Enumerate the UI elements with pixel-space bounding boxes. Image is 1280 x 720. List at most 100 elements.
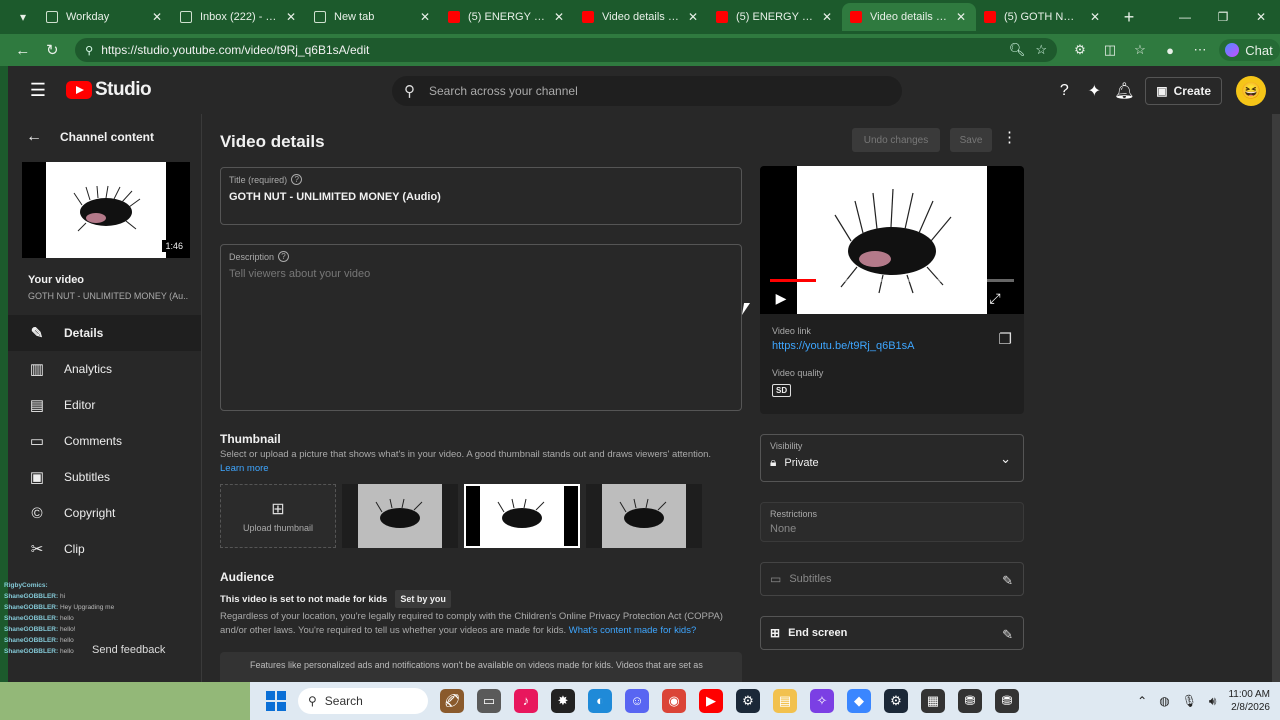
- steam-icon[interactable]: ⚙: [884, 689, 908, 713]
- copilot-app-icon[interactable]: ✧: [810, 689, 834, 713]
- channel-search[interactable]: ⚲: [392, 76, 902, 106]
- football-app-icon[interactable]: 🏈︎: [440, 689, 464, 713]
- settings-gear-icon[interactable]: ⚙: [954, 290, 976, 307]
- youtube-app-icon[interactable]: ▶: [699, 689, 723, 713]
- browser-tab[interactable]: Video details - You ✕: [842, 3, 976, 31]
- refresh-button[interactable]: ↻: [38, 41, 68, 59]
- upload-thumbnail-button[interactable]: ⊞ Upload thumbnail: [220, 484, 336, 548]
- learn-more-link[interactable]: Learn more: [220, 463, 269, 474]
- video-progress-bar[interactable]: [770, 279, 1014, 282]
- file-explorer-icon[interactable]: ▤: [773, 689, 797, 713]
- tab-list-menu[interactable]: ▾: [8, 3, 38, 31]
- scrollbar[interactable]: [1272, 114, 1280, 682]
- browser-tab[interactable]: (5) GOTH NUT - UN ✕: [976, 3, 1110, 31]
- network-icon[interactable]: ◍: [1159, 694, 1169, 708]
- browser-tab[interactable]: (5) ENERGY REACTS ✕: [440, 3, 574, 31]
- studio-logo[interactable]: Studio: [66, 79, 152, 101]
- close-window-button[interactable]: ✕: [1242, 0, 1280, 34]
- browser-tab[interactable]: Workday ✕: [38, 3, 172, 31]
- split-screen-icon[interactable]: ◫: [1095, 42, 1125, 58]
- close-tab-icon[interactable]: ✕: [284, 10, 298, 24]
- maximize-button[interactable]: ❐: [1204, 0, 1242, 34]
- visibility-dropdown[interactable]: Visibility 🔒︎ Private ⌄: [760, 434, 1024, 482]
- windows-start-icon[interactable]: [266, 691, 286, 711]
- sidebar-item-subtitles[interactable]: ▣ Subtitles: [8, 459, 201, 495]
- favorites-icon[interactable]: ☆: [1125, 42, 1155, 58]
- tiktok-icon[interactable]: ♪: [514, 689, 538, 713]
- browser-tab[interactable]: New tab ✕: [306, 3, 440, 31]
- title-field[interactable]: Title (required)? GOTH NUT - UNLIMITED M…: [220, 167, 742, 225]
- address-bar[interactable]: ⚲ https://studio.youtube.com/video/t9Rj_…: [75, 38, 1057, 62]
- steam-icon[interactable]: ⚙: [736, 689, 760, 713]
- edit-pencil-icon[interactable]: ✎: [1002, 627, 1013, 643]
- app-icon[interactable]: ⛃: [995, 689, 1019, 713]
- subtitles-row[interactable]: ▭ Subtitles ✎: [760, 562, 1024, 596]
- close-tab-icon[interactable]: ✕: [954, 10, 968, 24]
- close-tab-icon[interactable]: ✕: [820, 10, 834, 24]
- close-tab-icon[interactable]: ✕: [418, 10, 432, 24]
- edge-browser-icon[interactable]: ◐: [588, 689, 612, 713]
- description-field[interactable]: Description? Tell viewers about your vid…: [220, 244, 742, 411]
- fullscreen-icon[interactable]: ⤢: [984, 290, 1006, 307]
- help-icon[interactable]: ?: [291, 174, 303, 185]
- video-player[interactable]: ▶ 🔈︎ 0:20 / 1:46 ⚙ ⤢: [760, 166, 1024, 314]
- clock[interactable]: 11:00 AM 2/8/2026: [1228, 688, 1270, 714]
- video-thumbnail[interactable]: 1:46: [22, 162, 190, 258]
- close-tab-icon[interactable]: ✕: [1088, 10, 1102, 24]
- back-button[interactable]: ←: [8, 42, 38, 59]
- speaker-icon[interactable]: 🔊︎: [1209, 694, 1217, 709]
- more-options-icon[interactable]: ⋮: [1002, 128, 1017, 146]
- new-tab-button[interactable]: +: [1116, 7, 1142, 28]
- sparkle-icon[interactable]: ✦: [1079, 81, 1109, 101]
- minimize-button[interactable]: —: [1166, 0, 1204, 34]
- thumbnail-option-2-selected[interactable]: [464, 484, 580, 548]
- thumbnail-option-3[interactable]: [586, 484, 702, 548]
- help-icon[interactable]: ?: [278, 251, 290, 262]
- sidebar-item-clip[interactable]: ✂ Clip: [8, 531, 201, 567]
- app-icon[interactable]: ▦: [921, 689, 945, 713]
- close-tab-icon[interactable]: ✕: [150, 10, 164, 24]
- copilot-chat-button[interactable]: Chat: [1219, 39, 1280, 61]
- sidebar-item-analytics[interactable]: ▥ Analytics: [8, 351, 201, 387]
- discord-icon[interactable]: ☺: [625, 689, 649, 713]
- channel-content-back[interactable]: ← Channel content: [8, 114, 201, 160]
- made-for-kids-link[interactable]: What's content made for kids?: [569, 625, 697, 636]
- sidebar-item-details[interactable]: ✎ Details: [8, 315, 201, 351]
- avatar[interactable]: 😆: [1236, 76, 1266, 106]
- video-link[interactable]: https://youtu.be/t9Rj_q6B1sA: [772, 340, 1012, 352]
- microphone-icon[interactable]: 🎙︎: [1182, 694, 1197, 708]
- app-icon[interactable]: ⛃: [958, 689, 982, 713]
- chrome-icon[interactable]: ◉: [662, 689, 686, 713]
- profile-icon[interactable]: ●: [1155, 43, 1185, 58]
- sidebar-item-copyright[interactable]: © Copyright: [8, 495, 201, 531]
- volume-icon[interactable]: 🔈︎: [800, 290, 822, 307]
- task-view-icon[interactable]: ▭: [477, 689, 501, 713]
- edit-pencil-icon[interactable]: ✎: [1002, 573, 1013, 589]
- create-button[interactable]: ▣ Create: [1145, 77, 1222, 105]
- more-menu-icon[interactable]: ⋯: [1185, 42, 1215, 58]
- copy-icon[interactable]: ❐: [999, 330, 1012, 348]
- search-input[interactable]: [429, 84, 849, 98]
- site-info-icon[interactable]: ⚲: [85, 44, 93, 57]
- description-input[interactable]: Tell viewers about your video: [229, 268, 733, 280]
- browser-tab[interactable]: Video details - You ✕: [574, 3, 708, 31]
- browser-tab[interactable]: Inbox (222) - sakur ✕: [172, 3, 306, 31]
- notifications-bell-icon[interactable]: 🔔︎: [1109, 81, 1139, 101]
- sidebar-item-comments[interactable]: ▭ Comments: [8, 423, 201, 459]
- chevron-up-icon[interactable]: ⌃: [1137, 694, 1147, 708]
- undo-changes-button[interactable]: Undo changes: [852, 128, 940, 152]
- game-app-icon[interactable]: ✸: [551, 689, 575, 713]
- taskbar-search[interactable]: ⚲ Search: [298, 688, 428, 714]
- title-input[interactable]: GOTH NUT - UNLIMITED MONEY (Audio): [229, 191, 733, 203]
- thumbnail-option-1[interactable]: [342, 484, 458, 548]
- menu-icon[interactable]: ☰: [16, 80, 60, 101]
- close-tab-icon[interactable]: ✕: [686, 10, 700, 24]
- bookmark-star-icon[interactable]: ☆: [1035, 42, 1047, 58]
- sidebar-item-editor[interactable]: ▤ Editor: [8, 387, 201, 423]
- close-tab-icon[interactable]: ✕: [552, 10, 566, 24]
- play-icon[interactable]: ▶: [770, 290, 792, 307]
- extensions-icon[interactable]: ⚙: [1065, 42, 1095, 58]
- zoom-icon[interactable]: 🔍︎: [1009, 42, 1026, 58]
- help-icon[interactable]: ?: [1049, 82, 1079, 100]
- end-screen-row[interactable]: ⊞ End screen ✎: [760, 616, 1024, 650]
